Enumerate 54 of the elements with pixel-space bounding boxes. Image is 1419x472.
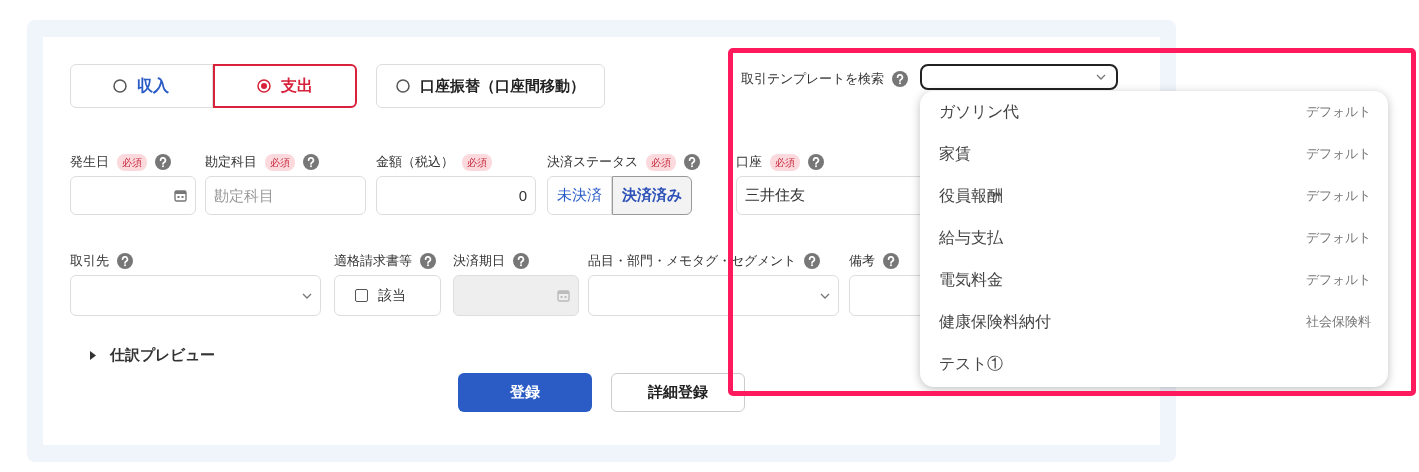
register-button[interactable]: 登録 <box>458 372 592 412</box>
input-field[interactable]: 0 <box>376 176 536 215</box>
dropdown-item[interactable]: ガソリン代 デフォルト <box>920 91 1388 133</box>
required-tag: 必須 <box>117 153 147 171</box>
calendar-icon <box>557 289 570 302</box>
field-label: 品目・部門・メモタグ・セグメント <box>588 252 796 271</box>
required-tag: 必須 <box>646 153 676 171</box>
field-label: 決済ステータス <box>547 153 638 172</box>
toggle-option[interactable]: 決済済み <box>612 176 692 215</box>
select-field[interactable] <box>70 275 321 316</box>
toggle-option[interactable]: 未決済 <box>547 176 612 215</box>
input-field[interactable]: 勘定科目 <box>205 176 366 215</box>
search-field[interactable] <box>920 64 1118 90</box>
field-label: 勘定科目 <box>205 153 257 172</box>
radio-icon <box>396 79 410 93</box>
preview-toggle[interactable]: 仕訳プレビュー <box>110 344 215 367</box>
search-label: 取引テンプレートを検索 <box>741 70 884 88</box>
field-label: 発生日 <box>70 153 109 172</box>
category-label: 社会保険料 <box>1306 313 1371 332</box>
chevron-down-icon <box>1096 74 1106 80</box>
field-label: 金額（税込） <box>376 153 454 172</box>
dropdown-item[interactable]: 電気料金 デフォルト <box>920 259 1388 301</box>
field-label: 口座 <box>736 153 762 172</box>
category-label: デフォルト <box>1306 187 1371 206</box>
select-field[interactable] <box>588 275 839 316</box>
category-label: デフォルト <box>1306 145 1371 164</box>
help-icon <box>892 71 908 87</box>
category-label: デフォルト <box>1306 271 1371 290</box>
date-field[interactable] <box>70 176 196 215</box>
dropdown-item[interactable]: 家賃 デフォルト <box>920 133 1388 175</box>
checkbox[interactable] <box>355 289 368 302</box>
dropdown-item[interactable]: 健康保険料納付 社会保険料 <box>920 301 1388 343</box>
dropdown-item[interactable]: テスト① <box>920 343 1388 385</box>
radio-option[interactable]: 収入 <box>70 64 213 108</box>
field-label: 適格請求書等 <box>334 252 412 271</box>
checkbox-label: 該当 <box>378 286 406 305</box>
dropdown-item[interactable]: 給与支払 デフォルト <box>920 217 1388 259</box>
field-label: 決済期日 <box>453 252 505 271</box>
calendar-icon <box>174 189 187 202</box>
required-tag: 必須 <box>770 153 800 171</box>
category-label: デフォルト <box>1306 103 1371 122</box>
chevron-down-icon <box>820 292 830 299</box>
detail-register-button[interactable]: 詳細登録 <box>611 372 745 412</box>
field-label: 備考 <box>849 252 875 271</box>
field-label: 取引先 <box>70 252 109 271</box>
radio-option[interactable]: 支出 <box>212 64 357 108</box>
checkbox-field[interactable]: 該当 <box>334 275 441 316</box>
required-tag: 必須 <box>462 153 492 171</box>
category-label: デフォルト <box>1306 229 1371 248</box>
radio-option[interactable]: 口座振替（口座間移動） <box>376 64 605 108</box>
required-tag: 必須 <box>265 153 295 171</box>
chevron-down-icon <box>302 292 312 299</box>
radio-icon <box>113 79 128 93</box>
radio-icon <box>256 79 271 93</box>
